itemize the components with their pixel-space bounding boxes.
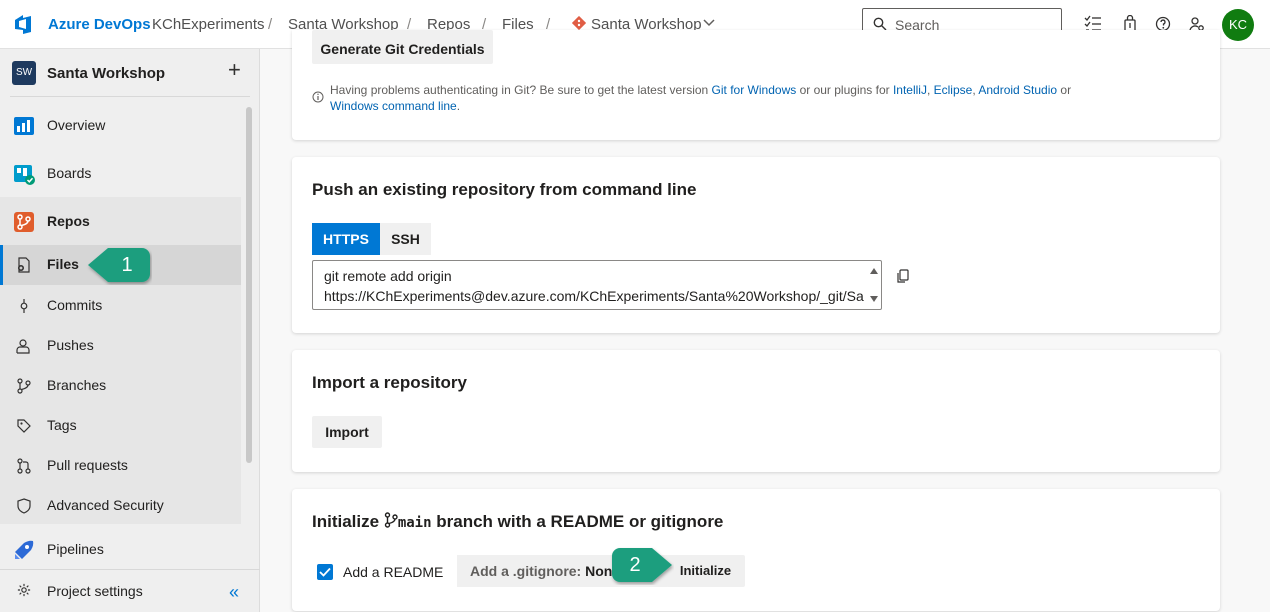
sidebar-item-label: Pull requests — [47, 457, 128, 473]
sidebar-item-label: Tags — [47, 417, 77, 433]
azure-devops-logo-icon[interactable] — [12, 12, 36, 36]
gitignore-label: Add a .gitignore: — [470, 563, 582, 579]
brand-link[interactable]: Azure DevOps — [48, 16, 151, 33]
initialize-section-title: Initialize main branch with a README or … — [312, 512, 723, 532]
git-repo-icon — [572, 16, 586, 30]
files-icon — [18, 257, 30, 273]
gear-icon — [17, 583, 31, 597]
sidebar-item-pipelines[interactable]: Pipelines — [0, 530, 241, 570]
callout-number: 2 — [629, 554, 641, 576]
checkmark-icon — [319, 567, 331, 577]
tags-icon — [17, 419, 31, 433]
push-repository-card: Push an existing repository from command… — [292, 157, 1220, 333]
sidebar-item-label: Pushes — [47, 337, 94, 353]
import-section-title: Import a repository — [312, 373, 467, 392]
boards-icon — [14, 165, 35, 185]
sidebar: SW Santa Workshop + Overview Boards Repo… — [0, 49, 260, 612]
sidebar-item-tags[interactable]: Tags — [0, 406, 241, 446]
import-button[interactable]: Import — [312, 416, 382, 448]
overview-icon — [14, 117, 34, 135]
search-icon — [873, 17, 887, 31]
git-for-windows-link[interactable]: Git for Windows — [712, 83, 797, 97]
help-text: or — [1057, 83, 1072, 97]
initialize-title-suffix: branch with a README or gitignore — [436, 512, 724, 531]
textarea-scroll-arrows[interactable] — [869, 265, 879, 305]
tab-https[interactable]: HTTPS — [312, 223, 380, 255]
sidebar-item-pushes[interactable]: Pushes — [0, 326, 241, 366]
sidebar-item-label: Overview — [47, 117, 106, 133]
clone-card: Generate Git Credentials Having problems… — [292, 30, 1220, 140]
project-settings-label: Project settings — [47, 583, 143, 599]
sidebar-item-label: Advanced Security — [47, 497, 164, 513]
help-text: or our plugins for — [796, 83, 893, 97]
project-settings[interactable]: Project settings « — [0, 569, 260, 612]
sidebar-item-branches[interactable]: Branches — [0, 366, 241, 406]
callout-number: 1 — [121, 254, 133, 276]
initialize-button[interactable]: Initialize — [666, 555, 745, 587]
generate-git-credentials-button[interactable]: Generate Git Credentials — [312, 30, 493, 64]
divider — [10, 96, 250, 97]
copy-icon[interactable] — [896, 269, 910, 283]
command-line-1: git remote add origin — [324, 268, 452, 284]
step-callout-2: 2 — [610, 545, 674, 585]
breadcrumb-separator: / — [268, 16, 273, 33]
project-name[interactable]: Santa Workshop — [47, 65, 165, 82]
collapse-sidebar-icon[interactable]: « — [229, 582, 239, 603]
project-header[interactable]: SW Santa Workshop + — [0, 49, 260, 97]
push-command-textarea[interactable]: git remote add origin https://KChExperim… — [312, 260, 882, 310]
add-readme-checkbox[interactable] — [317, 564, 333, 580]
repos-icon — [14, 212, 34, 232]
intellij-link[interactable]: IntelliJ — [893, 83, 927, 97]
add-icon[interactable]: + — [228, 59, 241, 81]
pull-requests-icon — [17, 458, 31, 474]
branches-icon — [17, 378, 31, 394]
sidebar-item-repos[interactable]: Repos — [0, 202, 241, 242]
help-text: . — [456, 99, 461, 113]
add-readme-label[interactable]: Add a README — [343, 564, 443, 580]
sidebar-item-pull-requests[interactable]: Pull requests — [0, 446, 241, 486]
avatar[interactable]: KC — [1222, 9, 1254, 41]
command-line-2: https://KChExperiments@dev.azure.com/KCh… — [324, 288, 864, 304]
windows-command-line-link[interactable]: Windows command line — [330, 99, 457, 113]
pushes-icon — [16, 339, 30, 354]
tab-ssh[interactable]: SSH — [380, 223, 431, 255]
sidebar-item-commits[interactable]: Commits — [0, 286, 241, 326]
eclipse-link[interactable]: Eclipse — [934, 83, 973, 97]
sidebar-item-overview[interactable]: Overview — [0, 106, 241, 146]
step-callout-1: 1 — [86, 245, 152, 285]
initialize-repository-card: Initialize main branch with a README or … — [292, 489, 1220, 611]
android-studio-link[interactable]: Android Studio — [978, 83, 1057, 97]
sidebar-item-advanced-security[interactable]: Advanced Security — [0, 486, 241, 526]
help-text: , — [926, 83, 934, 97]
authentication-help-text: Having problems authenticating in Git? B… — [330, 82, 1090, 114]
branch-name: main — [397, 515, 432, 531]
chevron-down-icon[interactable] — [703, 19, 715, 27]
branch-icon — [384, 512, 398, 528]
sidebar-item-label: Pipelines — [47, 541, 104, 557]
project-badge: SW — [12, 61, 36, 85]
help-text: Having problems authenticating in Git? B… — [330, 83, 712, 97]
sidebar-item-boards[interactable]: Boards — [0, 154, 241, 194]
info-icon — [312, 91, 324, 103]
push-section-title: Push an existing repository from command… — [312, 180, 697, 199]
shield-icon — [17, 498, 31, 514]
sidebar-item-label: Boards — [47, 165, 92, 181]
sidebar-item-label: Repos — [47, 213, 90, 229]
sidebar-item-label: Branches — [47, 377, 107, 393]
initialize-title-prefix: Initialize — [312, 512, 380, 531]
breadcrumb-organization[interactable]: KChExperiments — [152, 16, 265, 33]
sidebar-item-label: Commits — [47, 297, 103, 313]
sidebar-item-label: Files — [47, 256, 79, 272]
import-repository-card: Import a repository Import — [292, 350, 1220, 472]
sidebar-scrollbar[interactable] — [246, 107, 252, 463]
pipelines-icon — [15, 540, 34, 559]
commits-icon — [20, 299, 28, 313]
